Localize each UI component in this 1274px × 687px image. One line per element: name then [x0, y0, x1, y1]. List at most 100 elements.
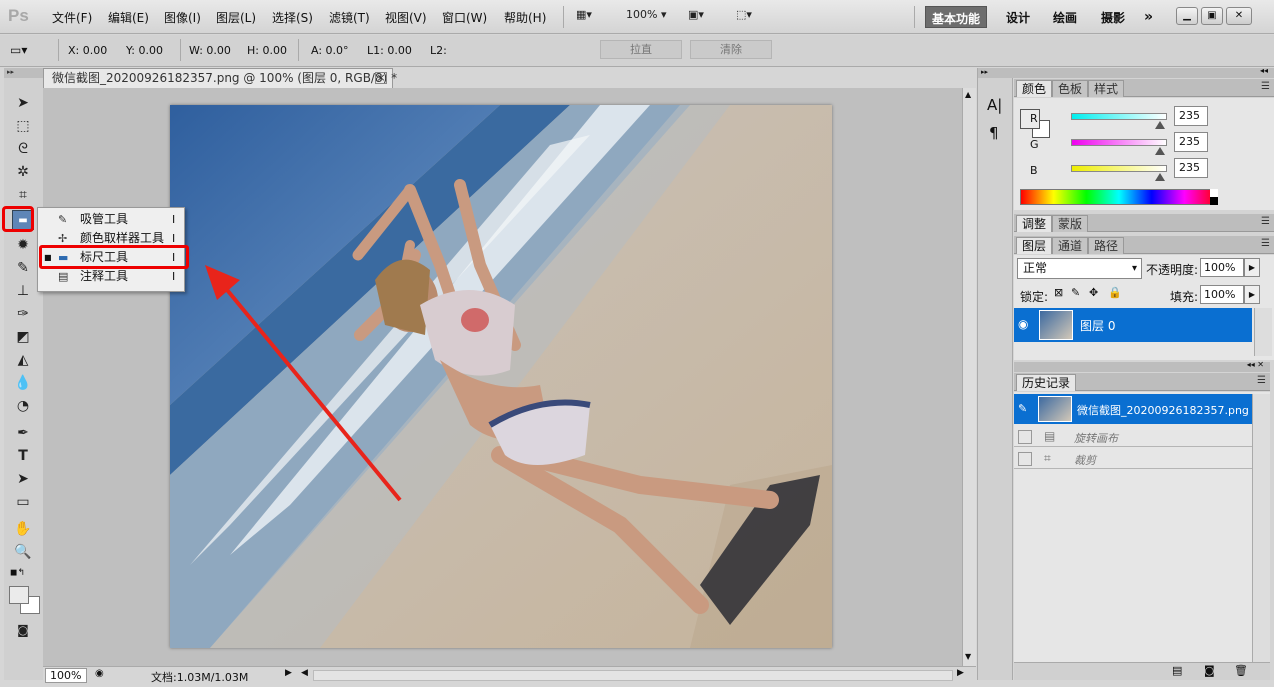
spectrum-black[interactable]: [1210, 197, 1218, 205]
screen-mode-icon[interactable]: ⬚▾: [736, 8, 752, 21]
panel-menu-icon[interactable]: ☰: [1261, 238, 1270, 249]
default-colors-icon[interactable]: ◼↰: [10, 568, 25, 578]
menu-layer[interactable]: 图层(L): [216, 9, 256, 26]
tab-styles[interactable]: 样式: [1088, 80, 1125, 97]
ruler-tool-preset-icon[interactable]: ▭▾: [10, 43, 27, 57]
green-slider[interactable]: [1071, 139, 1167, 146]
clone-stamp-tool-icon[interactable]: ⊥: [12, 281, 34, 301]
history-item[interactable]: ▤ 旋转画布: [1014, 426, 1252, 447]
menu-view[interactable]: 视图(V): [385, 9, 427, 26]
quick-mask-icon[interactable]: ◙: [12, 620, 34, 640]
vertical-scrollbar[interactable]: ▲ ▼: [962, 88, 976, 666]
path-selection-tool-icon[interactable]: ➤: [12, 469, 34, 489]
minimize-icon[interactable]: ▁: [1176, 7, 1198, 25]
lasso-tool-icon[interactable]: ᘓ: [12, 139, 34, 159]
zoom-field[interactable]: 100%: [45, 668, 87, 683]
tab-color[interactable]: 颜色: [1016, 80, 1053, 97]
workspace-essentials[interactable]: 基本功能: [925, 6, 988, 28]
opacity-field[interactable]: 100%: [1200, 258, 1244, 277]
trash-icon[interactable]: 🗑: [1234, 664, 1248, 677]
straighten-button[interactable]: 拉直: [600, 40, 682, 59]
new-document-from-state-icon[interactable]: ▤: [1172, 664, 1182, 677]
lock-image-icon[interactable]: ✎: [1071, 286, 1080, 299]
panel-collapse-icon[interactable]: ▸▸: [4, 68, 44, 78]
scroll-down-icon[interactable]: ▼: [965, 652, 971, 661]
layer-row[interactable]: ◉ 图层 0: [1014, 308, 1252, 342]
horizontal-scrollbar[interactable]: [313, 670, 953, 681]
red-slider[interactable]: [1071, 113, 1167, 120]
paragraph-panel-icon[interactable]: ¶: [989, 124, 999, 142]
tab-adjustments[interactable]: 调整: [1016, 215, 1053, 232]
zoom-level-dropdown[interactable]: 100% ▾: [626, 8, 666, 21]
workspace-design[interactable]: 设计: [1000, 6, 1036, 28]
fill-slider-arrow-icon[interactable]: ▶: [1244, 285, 1260, 304]
blue-slider-knob[interactable]: [1155, 173, 1165, 181]
type-tool-icon[interactable]: T: [12, 446, 34, 466]
menu-select[interactable]: 选择(S): [272, 9, 313, 26]
green-value[interactable]: 235: [1174, 132, 1208, 152]
paint-bucket-tool-icon[interactable]: ◭: [12, 350, 34, 370]
menu-filter[interactable]: 滤镜(T): [329, 9, 370, 26]
menu-edit[interactable]: 编辑(E): [108, 9, 149, 26]
blend-mode-select[interactable]: 正常 ▾: [1017, 258, 1142, 279]
visibility-eye-icon[interactable]: ◉: [1018, 317, 1028, 331]
tab-paths[interactable]: 路径: [1088, 237, 1125, 254]
lock-position-icon[interactable]: ✥: [1089, 286, 1098, 299]
zoom-tool-icon[interactable]: 🔍: [12, 542, 34, 562]
menu-image[interactable]: 图像(I): [164, 9, 201, 26]
history-snapshot-row[interactable]: ✎ 微信截图_20200926182357.png: [1014, 394, 1252, 424]
scroll-right-icon[interactable]: ▶: [957, 668, 964, 678]
green-slider-knob[interactable]: [1155, 147, 1165, 155]
red-slider-knob[interactable]: [1155, 121, 1165, 129]
history-scrollbar[interactable]: [1252, 394, 1270, 662]
tab-swatches[interactable]: 色板: [1052, 80, 1089, 97]
color-spectrum-bar[interactable]: [1020, 189, 1218, 205]
foreground-color-swatch[interactable]: [9, 586, 29, 604]
status-menu-arrow-icon[interactable]: ▶: [285, 668, 292, 678]
tab-history[interactable]: 历史记录: [1016, 374, 1077, 391]
tab-masks[interactable]: 蒙版: [1052, 215, 1089, 232]
fill-field[interactable]: 100%: [1200, 285, 1244, 304]
scroll-up-icon[interactable]: ▲: [965, 90, 971, 99]
crop-tool-icon[interactable]: ⌗: [12, 185, 34, 205]
menu-file[interactable]: 文件(F): [52, 9, 92, 26]
blur-tool-icon[interactable]: 💧: [12, 373, 34, 393]
tab-layers[interactable]: 图层: [1016, 237, 1053, 254]
blue-slider[interactable]: [1071, 165, 1167, 172]
pen-tool-icon[interactable]: ✒: [12, 423, 34, 443]
workspace-painting[interactable]: 绘画: [1047, 6, 1083, 28]
panel-menu-icon[interactable]: ☰: [1261, 216, 1270, 227]
status-options-icon[interactable]: ◉: [95, 668, 104, 679]
collapse-panels-icon[interactable]: ◂◂: [1260, 66, 1268, 75]
workspace-photography[interactable]: 摄影: [1095, 6, 1131, 28]
document-tab[interactable]: 微信截图_20200926182357.png @ 100% (图层 0, RG…: [43, 68, 397, 88]
brush-tool-icon[interactable]: ✎: [12, 258, 34, 278]
shape-tool-icon[interactable]: ▭: [12, 492, 34, 512]
lock-transparent-icon[interactable]: ⊠: [1054, 286, 1063, 299]
red-value[interactable]: 235: [1174, 106, 1208, 126]
eraser-tool-icon[interactable]: ◩: [12, 327, 34, 347]
menu-window[interactable]: 窗口(W): [442, 9, 487, 26]
history-brush-source-icon[interactable]: ✎: [1018, 402, 1027, 415]
menu-help[interactable]: 帮助(H): [504, 9, 546, 26]
flyout-eyedropper[interactable]: ✎ 吸管工具 I: [42, 210, 182, 229]
panel-menu-icon[interactable]: ☰: [1261, 81, 1270, 92]
spectrum-white[interactable]: [1210, 189, 1218, 197]
more-workspaces-button[interactable]: »: [1138, 6, 1159, 28]
layers-scrollbar[interactable]: [1254, 308, 1272, 356]
history-checkbox[interactable]: [1018, 452, 1032, 466]
opacity-slider-arrow-icon[interactable]: ▶: [1244, 258, 1260, 277]
launch-bridge-icon[interactable]: ▦▾: [576, 8, 592, 21]
blue-value[interactable]: 235: [1174, 158, 1208, 178]
close-document-icon[interactable]: ×: [375, 72, 387, 84]
lock-all-icon[interactable]: 🔒: [1108, 286, 1122, 299]
character-panel-icon[interactable]: A|: [987, 96, 1002, 114]
arrange-documents-icon[interactable]: ▣▾: [688, 8, 704, 21]
panel-menu-icon[interactable]: ☰: [1257, 375, 1266, 386]
restore-icon[interactable]: ▣: [1201, 7, 1223, 25]
collapse-history-icon[interactable]: ◂◂ ✕: [1247, 360, 1264, 369]
quick-selection-tool-icon[interactable]: ✲: [12, 162, 34, 182]
clear-button[interactable]: 清除: [690, 40, 772, 59]
hand-tool-icon[interactable]: ✋: [12, 519, 34, 539]
close-window-icon[interactable]: ✕: [1226, 7, 1252, 25]
